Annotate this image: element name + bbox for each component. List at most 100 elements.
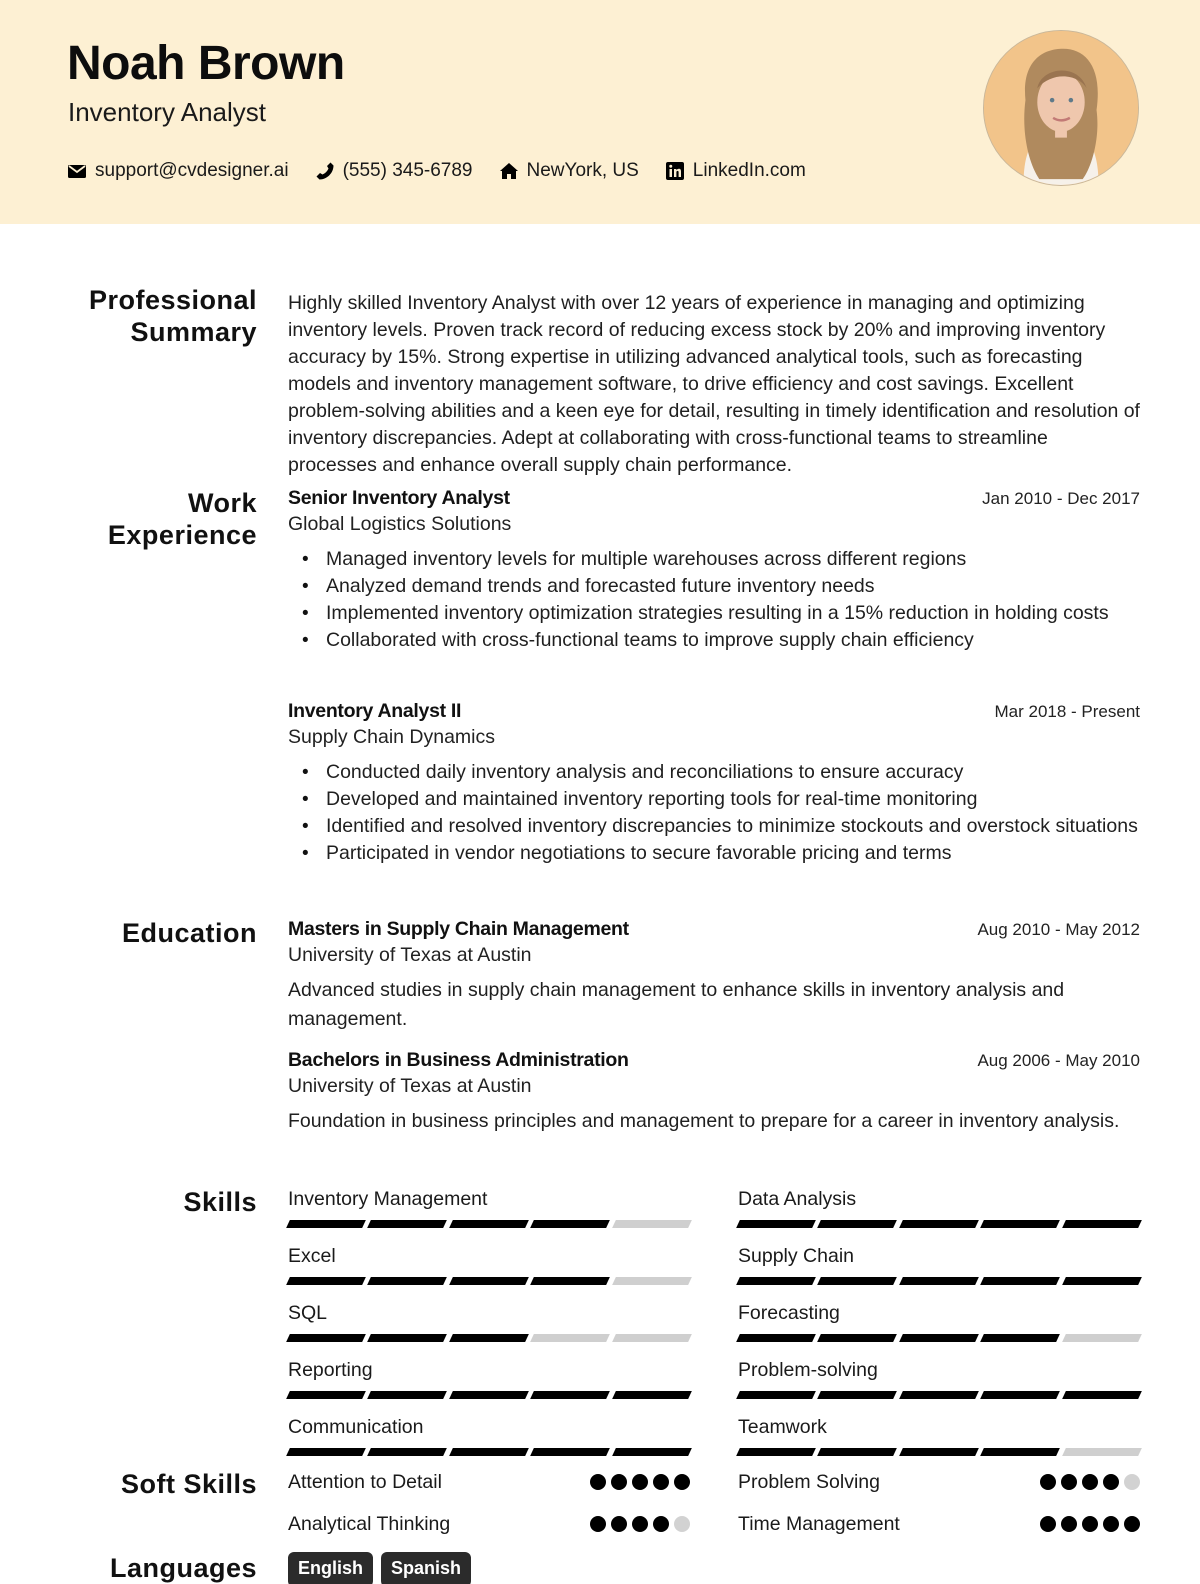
skill-level-bar xyxy=(736,1334,1142,1342)
job-title: Senior Inventory Analyst xyxy=(288,487,510,509)
skill-name: Teamwork xyxy=(738,1416,827,1438)
soft-skill-item: Problem Solving xyxy=(738,1468,1140,1496)
section-title-work-experience: Work Experience xyxy=(108,487,257,551)
rating-dot-filled xyxy=(1124,1516,1140,1532)
skill-segment-filled xyxy=(980,1448,1061,1456)
skill-segment-filled xyxy=(736,1220,817,1228)
job-bullet: Analyzed demand trends and forecasted fu… xyxy=(288,573,1140,600)
skill-name: Problem-solving xyxy=(738,1359,878,1381)
job-dates: Mar 2018 - Present xyxy=(994,702,1140,721)
contact-email-text: support@cvdesigner.ai xyxy=(95,160,289,181)
skill-segment-empty xyxy=(611,1220,692,1228)
skill-level-bar xyxy=(286,1277,692,1285)
skill-segment-filled xyxy=(286,1448,367,1456)
soft-skill-name: Problem Solving xyxy=(738,1470,880,1493)
skill-segment-filled xyxy=(530,1391,611,1399)
soft-skills-title: Soft Skills xyxy=(120,1469,257,1499)
soft-skill-rating xyxy=(590,1474,690,1490)
skill-segment-empty xyxy=(1061,1448,1142,1456)
contact-linkedin[interactable]: LinkedIn.com xyxy=(665,160,806,182)
skill-item: Reporting xyxy=(286,1356,692,1399)
skill-segment-filled xyxy=(286,1334,367,1342)
skill-level-bar xyxy=(736,1277,1142,1285)
soft-skills-list: Attention to Detail Problem Solving Analyt… xyxy=(288,1468,1140,1538)
envelope-icon xyxy=(67,161,87,181)
skill-item: Data Analysis xyxy=(736,1185,1142,1228)
job-title: Inventory Analyst II xyxy=(288,700,462,722)
skill-segment-filled xyxy=(1061,1277,1142,1285)
skill-segment-filled xyxy=(367,1391,448,1399)
skill-item: Inventory Management xyxy=(286,1185,692,1228)
rating-dot-filled xyxy=(674,1474,690,1490)
skill-segment-filled xyxy=(367,1220,448,1228)
resume-header: Noah Brown Inventory Analyst support@cvd… xyxy=(0,0,1200,224)
skill-item: SQL xyxy=(286,1299,692,1342)
skill-segment-filled xyxy=(817,1391,898,1399)
skill-level-bar xyxy=(736,1448,1142,1456)
contact-location: NewYork, US xyxy=(499,160,639,182)
job-company: Global Logistics Solutions xyxy=(288,513,512,535)
skill-name: Inventory Management xyxy=(288,1188,488,1210)
skill-segment-filled xyxy=(736,1277,817,1285)
soft-skill-item: Time Management xyxy=(738,1510,1140,1538)
candidate-name: Noah Brown xyxy=(67,37,345,90)
skills-grid: Inventory Management Data Analysis Excel Su… xyxy=(286,1185,1142,1456)
contact-email[interactable]: support@cvdesigner.ai xyxy=(67,160,289,182)
skill-segment-filled xyxy=(980,1391,1061,1399)
skill-segment-empty xyxy=(611,1277,692,1285)
soft-skill-name: Time Management xyxy=(738,1512,900,1535)
skill-level-bar xyxy=(286,1448,692,1456)
rating-dot-filled xyxy=(1103,1516,1119,1532)
education-dates: Aug 2006 - May 2010 xyxy=(977,1051,1140,1070)
school-name: University of Texas at Austin xyxy=(288,944,532,966)
contact-phone[interactable]: (555) 345-6789 xyxy=(315,160,473,182)
skill-segment-filled xyxy=(367,1448,448,1456)
school-name: University of Texas at Austin xyxy=(288,1075,532,1097)
education-dates: Aug 2010 - May 2012 xyxy=(977,920,1140,939)
phone-icon xyxy=(315,161,335,181)
job-company: Supply Chain Dynamics xyxy=(288,726,496,748)
rating-dot-filled xyxy=(1103,1474,1119,1490)
rating-dot-filled xyxy=(590,1516,606,1532)
section-title-education: Education xyxy=(122,917,257,949)
skill-segment-filled xyxy=(898,1334,980,1342)
skill-segment-filled xyxy=(286,1277,367,1285)
skill-level-bar xyxy=(286,1220,692,1228)
skill-segment-filled xyxy=(980,1277,1061,1285)
rating-dot-filled xyxy=(632,1516,648,1532)
education-entry: Bachelors in Business Administration Aug… xyxy=(288,1049,1140,1136)
linkedin-icon xyxy=(665,161,685,181)
summary-text: Highly skilled Inventory Analyst with ov… xyxy=(288,292,1140,476)
rating-dot-filled xyxy=(1061,1516,1077,1532)
job-bullet: Participated in vendor negotiations to s… xyxy=(288,840,1140,867)
skill-segment-filled xyxy=(898,1220,980,1228)
rating-dot-filled xyxy=(590,1474,606,1490)
skill-segment-filled xyxy=(817,1448,898,1456)
education-entry: Masters in Supply Chain Management Aug 2… xyxy=(288,918,1140,1034)
skill-segment-filled xyxy=(980,1334,1061,1342)
skill-segment-filled xyxy=(448,1334,530,1342)
contact-linkedin-text: LinkedIn.com xyxy=(692,160,806,181)
skill-segment-filled xyxy=(611,1391,692,1399)
job-bullet: Identified and resolved inventory discre… xyxy=(288,813,1140,840)
skill-segment-filled xyxy=(448,1448,530,1456)
job-entry: Senior Inventory Analyst Jan 2010 - Dec … xyxy=(288,487,1140,654)
profile-photo xyxy=(984,31,1138,185)
contact-phone-text: (555) 345-6789 xyxy=(342,160,473,181)
job-bullet: Managed inventory levels for multiple wa… xyxy=(288,546,1140,573)
skill-segment-filled xyxy=(736,1391,817,1399)
skill-segment-filled xyxy=(736,1334,817,1342)
language-chip: English xyxy=(288,1552,374,1584)
rating-dot-filled xyxy=(1061,1474,1077,1490)
job-dates: Jan 2010 - Dec 2017 xyxy=(982,489,1140,508)
rating-dot-filled xyxy=(632,1474,648,1490)
rating-dot-filled xyxy=(611,1474,627,1490)
skill-segment-filled xyxy=(898,1391,980,1399)
rating-dot-filled xyxy=(653,1474,669,1490)
section-title-summary: Professional Summary xyxy=(89,284,257,348)
home-icon xyxy=(499,161,519,181)
languages-list: English Spanish xyxy=(288,1552,1140,1584)
candidate-title: Inventory Analyst xyxy=(68,97,266,127)
section-title-languages: Languages xyxy=(110,1552,257,1584)
skill-name: Supply Chain xyxy=(738,1245,854,1267)
